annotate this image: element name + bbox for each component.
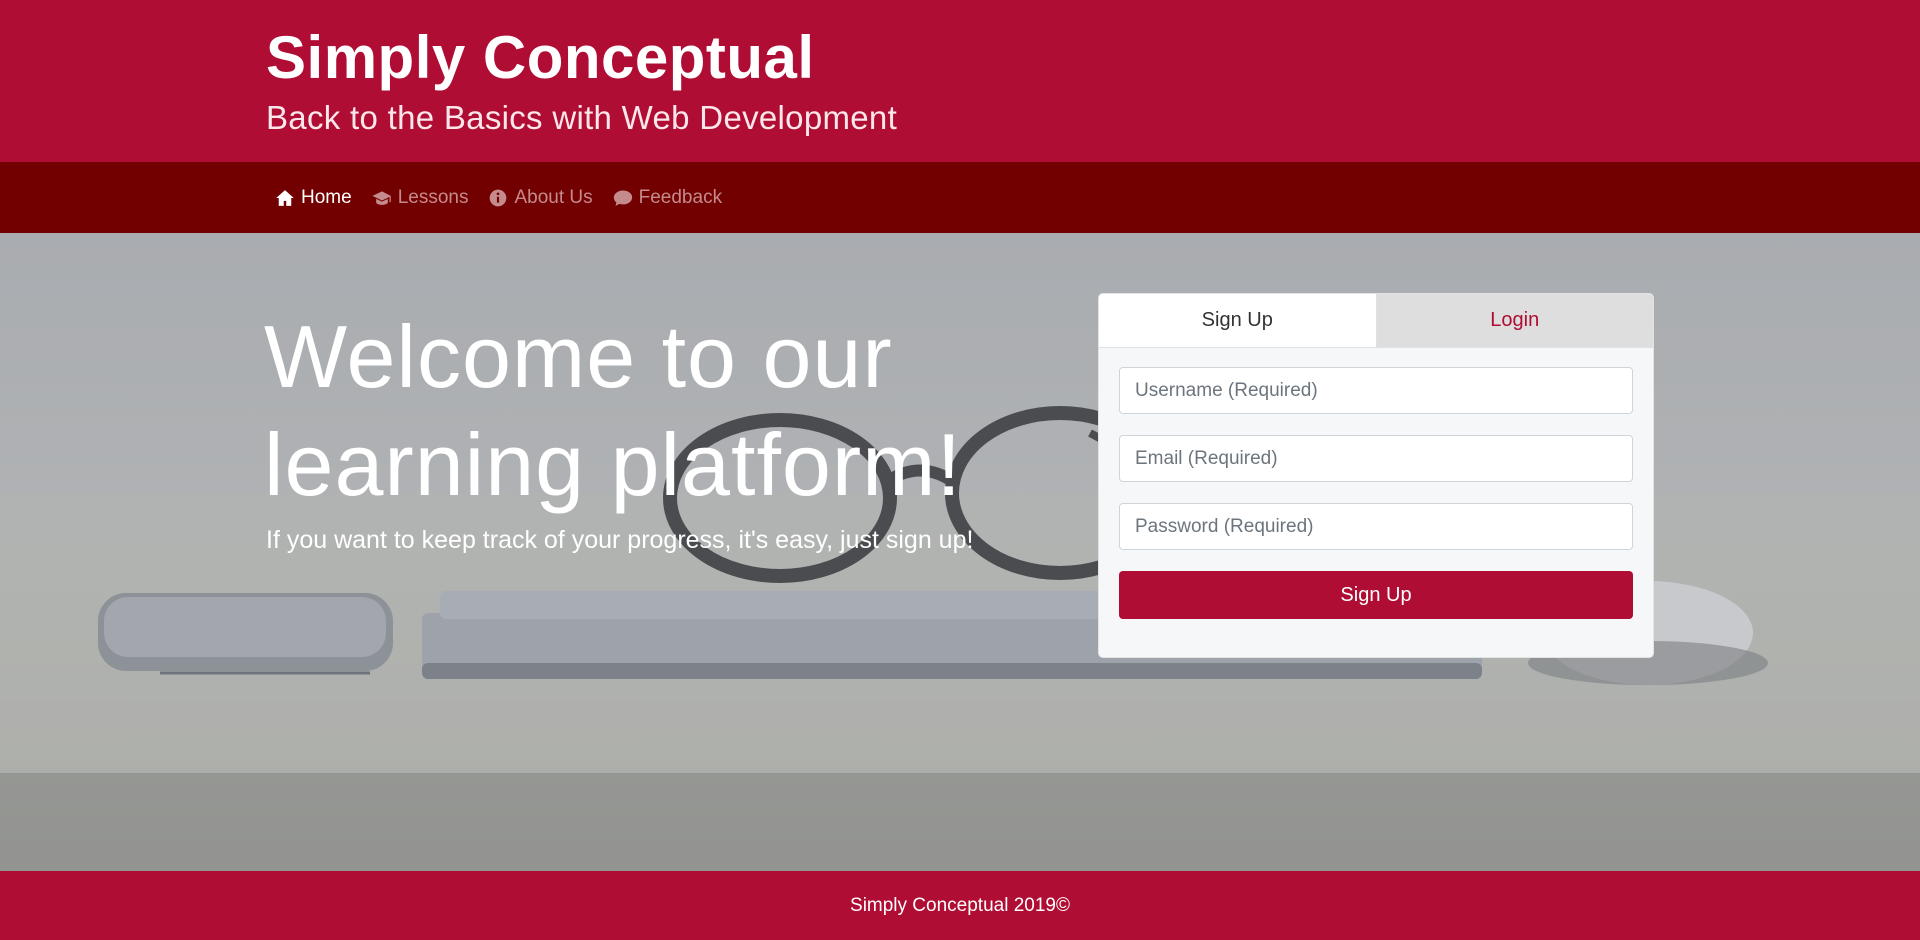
email-field[interactable] <box>1119 435 1633 482</box>
hero-text: If you want to keep track of your progre… <box>266 526 974 554</box>
hero-heading: Welcome to our learning platform! <box>264 307 962 514</box>
nav-item-lessons[interactable]: Lessons <box>372 186 469 209</box>
comment-icon <box>613 190 632 206</box>
nav-item-label: Lessons <box>397 186 469 208</box>
auth-tabs: Sign Up Login <box>1099 294 1653 348</box>
nav-item-about-us[interactable]: About Us <box>488 186 593 209</box>
nav-item-home[interactable]: Home <box>275 187 352 209</box>
nav-item-label: Feedback <box>638 186 723 208</box>
tab-sign-up[interactable]: Sign Up <box>1099 294 1377 347</box>
tab-login[interactable]: Login <box>1376 294 1653 347</box>
graduation-cap-icon <box>372 190 391 205</box>
password-field[interactable] <box>1119 503 1633 550</box>
sign-up-button[interactable]: Sign Up <box>1119 571 1633 619</box>
nav-item-feedback[interactable]: Feedback <box>613 187 722 209</box>
site-footer: Simply Conceptual 2019© <box>0 871 1920 940</box>
sign-up-form: Sign Up <box>1099 348 1653 638</box>
site-title: Simply Conceptual <box>266 24 815 91</box>
nav-list: Home Lessons About Us Feedback <box>275 162 742 233</box>
auth-card: Sign Up Login Sign Up <box>1098 293 1654 658</box>
site-subtitle: Back to the Basics with Web Development <box>266 99 898 136</box>
page: Simply Conceptual Back to the Basics wit… <box>0 0 1920 940</box>
hero-section: Welcome to our learning platform! If you… <box>0 233 1920 871</box>
nav-item-label: About Us <box>514 186 593 208</box>
username-field[interactable] <box>1119 367 1633 414</box>
home-icon <box>276 189 294 206</box>
main-nav: Home Lessons About Us Feedback <box>0 162 1920 233</box>
footer-text: Simply Conceptual 2019© <box>850 894 1070 916</box>
info-circle-icon <box>490 189 507 206</box>
site-header: Simply Conceptual Back to the Basics wit… <box>0 0 1920 162</box>
nav-item-label: Home <box>301 186 352 208</box>
